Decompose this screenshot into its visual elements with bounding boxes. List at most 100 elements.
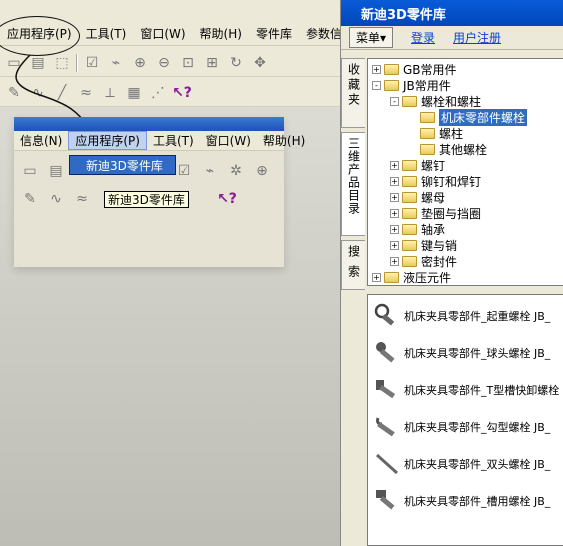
zoom-in-icon[interactable]: ⊕ [130,53,150,73]
expander[interactable]: + [390,176,399,186]
tree-label: 密封件 [421,254,458,269]
menu-tools[interactable]: 工具(T) [79,25,134,42]
expander[interactable]: - [372,80,381,90]
parts-library-panel: 新迪3D零件库 菜单▾ 登录 用户注册 收藏夹 三维产品目录 搜索 + GB常用件… [340,0,563,546]
sketch-icon[interactable]: ✎ [20,189,40,209]
inset-menu-window[interactable]: 窗口(W) [200,132,257,149]
panel-title: 新迪3D零件库 [341,0,563,26]
spline-icon[interactable]: ∿ [28,83,48,103]
tree-item[interactable]: + 轴承 [390,221,445,237]
tree-item[interactable]: - JB常用件 [372,77,451,93]
measure-icon[interactable]: ⟂ [100,83,120,103]
copy-icon[interactable]: ▭ [4,53,24,73]
tree-item[interactable]: + 垫圈与挡圈 [390,205,481,221]
list-item[interactable]: 机床夹具零部件_双头螺栓 JB_ [368,449,550,479]
list-item[interactable]: 机床夹具零部件_勾型螺栓 JB_ [368,412,550,442]
folder-icon [402,207,417,219]
zoom-in-icon[interactable]: ⊕ [252,161,272,181]
inset-menu-help[interactable]: 帮助(H) [257,132,311,149]
inset-menu-info[interactable]: 信息(N) [14,132,68,149]
expander[interactable]: + [390,208,399,218]
wave-icon[interactable]: ≈ [76,83,96,103]
list-item[interactable]: 机床夹具零部件_球头螺栓 JB_ [368,338,550,368]
tree-item[interactable]: + 螺母 [390,189,445,205]
expander[interactable]: + [390,240,399,250]
folder-icon [402,223,417,235]
zoom-area-icon[interactable]: ⊞ [202,53,222,73]
tree-item[interactable]: - 螺栓和螺柱 [390,93,481,109]
tree-item[interactable]: 螺柱 [420,125,463,141]
folder-icon [402,239,417,251]
part-name: 机床夹具零部件_起重螺栓 JB_ [404,310,551,323]
tab-label: 三维产品目录 [346,137,361,215]
folder-icon [420,127,435,139]
expander[interactable]: - [390,96,399,106]
dropdown-item-xindi-3d[interactable]: 新迪3D零件库 [69,155,176,175]
check-icon[interactable]: ☑ [82,53,102,73]
menu-applications[interactable]: 应用程序(P) [0,25,79,42]
pan-icon[interactable]: ✥ [250,53,270,73]
gear-icon[interactable]: ✲ [226,161,246,181]
copy-icon[interactable]: ▭ [20,161,40,181]
zoom-fit-icon[interactable]: ⊡ [178,53,198,73]
expander[interactable]: + [390,224,399,234]
help-pointer-icon[interactable]: ↖? [172,83,192,103]
tab-search[interactable]: 搜索 [341,240,365,290]
list-item[interactable]: 机床夹具零部件_起重螺栓 JB_ [368,301,550,331]
expander[interactable]: + [390,256,399,266]
zoom-out-icon[interactable]: ⊖ [154,53,174,73]
select-box-icon[interactable]: ⬚ [52,53,72,73]
paste-icon[interactable]: ▤ [28,53,48,73]
menu-help[interactable]: 帮助(H) [193,25,249,42]
tab-label: 搜索 [346,245,361,285]
folder-icon [420,143,435,155]
wave-icon[interactable]: ≈ [72,189,92,209]
vertical-tabs: 收藏夹 三维产品目录 搜索 [341,58,367,294]
check-icon[interactable]: ☑ [174,161,194,181]
menu-window[interactable]: 窗口(W) [133,25,192,42]
tree-item[interactable]: + 密封件 [390,253,457,269]
connector-icon[interactable]: ⌁ [200,161,220,181]
tree-item[interactable]: + 键与销 [390,237,457,253]
toolbar-separator [76,54,78,72]
panel-menubar: 菜单▾ 登录 用户注册 [341,26,563,50]
tree-item-selected[interactable]: 机床零部件螺栓 [420,108,528,126]
tab-3d-catalog[interactable]: 三维产品目录 [341,132,365,236]
connector-icon[interactable]: ⌁ [106,53,126,73]
tree-label: 轴承 [421,222,446,237]
register-link[interactable]: 用户注册 [453,29,501,46]
spline-icon[interactable]: ∿ [46,189,66,209]
tree-item[interactable]: + 螺钉 [390,157,445,173]
sketch-icon[interactable]: ✎ [4,83,24,103]
toolbar-row-1: ▭ ▤ ⬚ ☑ ⌁ ⊕ ⊖ ⊡ ⊞ ↻ ✥ [0,50,340,77]
rotate-icon[interactable]: ↻ [226,53,246,73]
ball-head-bolt-icon [376,342,395,363]
inset-screenshot: 信息(N) 应用程序(P) 工具(T) 窗口(W) 帮助(H) 新迪3D零件库 … [14,117,305,267]
inset-titlebar [14,117,284,131]
expander[interactable]: + [372,64,381,74]
list-item[interactable]: 机床夹具零部件_槽用螺栓 JB_ [368,486,550,516]
list-item[interactable]: 机床夹具零部件_T型槽快卸螺栓 [368,375,559,405]
inset-menu-tools[interactable]: 工具(T) [147,132,200,149]
layout-icon[interactable]: ▦ [124,83,144,103]
tree-item[interactable]: + 液压元件 [372,269,451,285]
paste-icon[interactable]: ▤ [46,161,66,181]
menu-button[interactable]: 菜单▾ [349,27,394,48]
menu-parts-library[interactable]: 零件库 [249,25,299,42]
tree-item[interactable]: +电机 [372,285,427,286]
inset-menu-applications[interactable]: 应用程序(P) [68,131,147,150]
pattern-icon[interactable]: ⋰ [148,83,168,103]
line-icon[interactable]: ╱ [52,83,72,103]
login-link[interactable]: 登录 [411,29,435,46]
tree-item[interactable]: 其他螺栓 [420,141,487,157]
expander[interactable]: + [390,160,399,170]
part-name: 机床夹具零部件_勾型螺栓 JB_ [404,421,551,434]
tree-item[interactable]: + GB常用件 [372,61,457,77]
tree-item[interactable]: + 铆钉和焊钉 [390,173,481,189]
expander[interactable]: + [390,192,399,202]
expander[interactable]: + [372,272,381,282]
tab-favorites[interactable]: 收藏夹 [341,58,365,128]
tree-label: 螺柱 [439,126,464,141]
help-pointer-icon[interactable]: ↖? [217,189,237,209]
tree-label: JB常用件 [403,78,451,93]
